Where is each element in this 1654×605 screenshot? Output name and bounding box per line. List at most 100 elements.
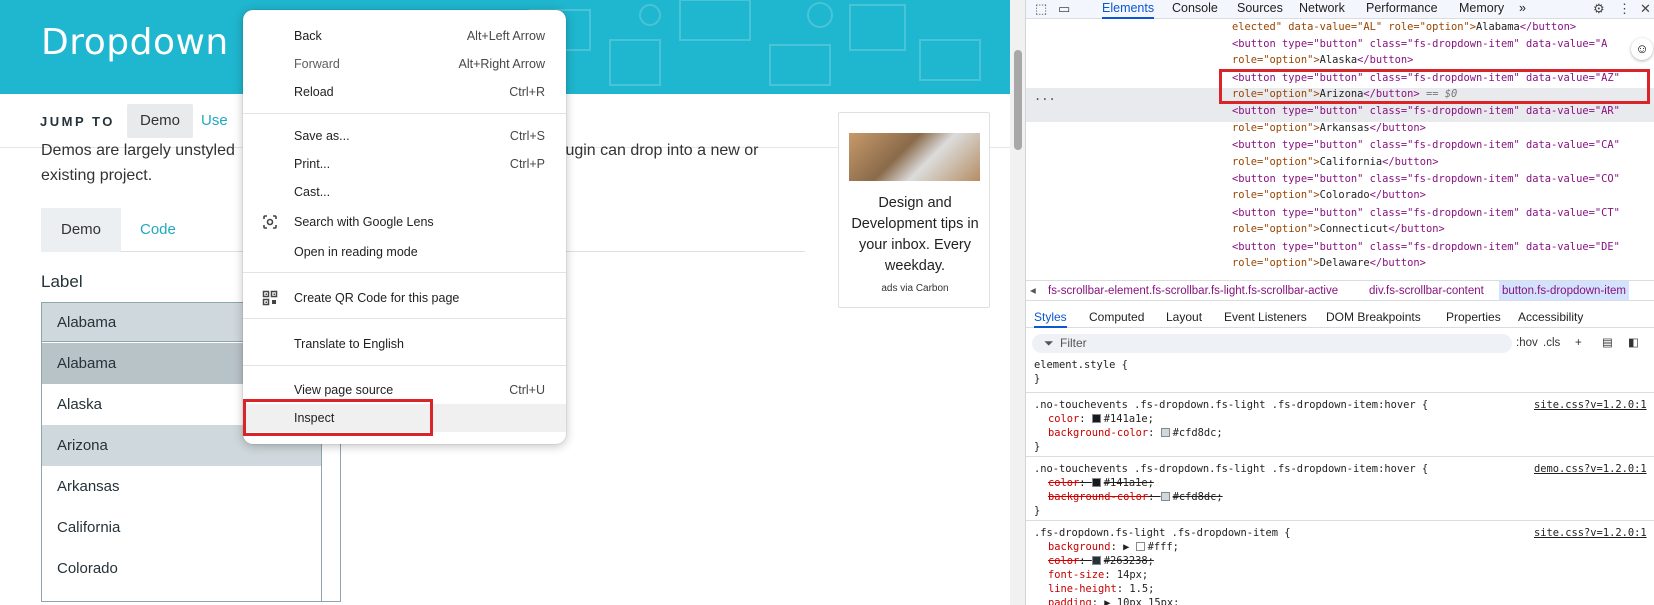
color-swatch[interactable] <box>1160 428 1170 437</box>
breadcrumb-item-selected[interactable]: button.fs-dropdown-item <box>1499 281 1630 300</box>
jump-to-label: JUMP TO <box>40 114 115 129</box>
breadcrumb-item[interactable]: div.fs-scrollbar-content <box>1369 281 1484 300</box>
dom-line[interactable]: <button type="button" class="fs-dropdown… <box>1232 239 1620 256</box>
inspect-element-icon[interactable]: ⬚ <box>1035 1 1047 17</box>
sidebar-toggle-icon[interactable]: ◧ <box>1628 334 1639 353</box>
menu-item-reload[interactable]: Reload Ctrl+R <box>243 78 566 106</box>
dropdown-item[interactable]: California <box>42 507 321 548</box>
dom-markup: elected" data-value="AL" role="option"> <box>1232 21 1476 33</box>
accessibility-icon[interactable]: ☺ <box>1631 38 1653 60</box>
new-rule-icon[interactable]: + <box>1575 334 1582 353</box>
rule-declaration[interactable]: padding: ▶ 10px 15px; <box>1048 596 1179 605</box>
rule-declaration[interactable]: font-size: 14px; <box>1048 568 1148 582</box>
rule-declaration[interactable]: line-height: 1.5; <box>1048 582 1154 596</box>
dom-line[interactable]: role="option">Delaware</button> <box>1232 255 1426 272</box>
tab-event-listeners[interactable]: Event Listeners <box>1224 306 1307 328</box>
dom-line[interactable]: role="option">Connecticut</button> <box>1232 221 1445 238</box>
tab-layout[interactable]: Layout <box>1166 306 1202 328</box>
rule-source[interactable]: demo.css?v=1.2.0:1 <box>1534 462 1647 476</box>
color-swatch[interactable] <box>1091 556 1101 565</box>
dom-line[interactable]: <button type="button" class="fs-dropdown… <box>1232 205 1620 222</box>
more-options-icon[interactable]: ⋮ <box>1618 1 1631 17</box>
tab-code[interactable]: Code <box>120 208 196 252</box>
computed-styles-icon[interactable]: ▤ <box>1602 334 1613 353</box>
more-tabs-button[interactable]: » <box>1519 0 1526 19</box>
settings-gear-icon[interactable]: ⚙ <box>1593 1 1605 17</box>
rule-source-link[interactable]: site.css?v=1.2.0:1 <box>1534 399 1647 411</box>
styles-filter-input[interactable]: ⏷ Filter <box>1032 334 1512 353</box>
dom-line[interactable]: elected" data-value="AL" role="option">A… <box>1232 19 1576 36</box>
menu-item-qr-code[interactable]: Create QR Code for this page <box>243 284 566 312</box>
tab-console[interactable]: Console <box>1172 0 1218 19</box>
ad-via-link[interactable]: ads via Carbon <box>839 283 991 294</box>
rule-declaration-overridden[interactable]: background-color: #cfd8dc; <box>1048 490 1223 504</box>
jump-demo-link[interactable]: Demo <box>127 104 194 138</box>
dom-line[interactable]: <button type="button" class="fs-dropdown… <box>1232 171 1620 188</box>
menu-item-google-lens[interactable]: Search with Google Lens <box>243 208 566 236</box>
breadcrumb-item[interactable]: fs-scrollbar-element.fs-scrollbar.fs-lig… <box>1048 281 1338 300</box>
scrollbar-thumb[interactable] <box>1014 50 1022 150</box>
menu-item-reading-mode[interactable]: Open in reading mode <box>243 238 566 266</box>
dom-markup: <button type="button" class="fs-dropdown… <box>1232 241 1620 253</box>
dom-row-menu-icon[interactable]: ... <box>1034 89 1056 103</box>
dropdown-item[interactable]: Arkansas <box>42 466 321 507</box>
hover-state-toggle[interactable]: :hov <box>1516 334 1538 353</box>
tab-properties[interactable]: Properties <box>1446 306 1501 328</box>
rule-selector[interactable]: .no-touchevents .fs-dropdown.fs-light .f… <box>1034 462 1428 476</box>
rule-selector[interactable]: .no-touchevents .fs-dropdown.fs-light .f… <box>1034 398 1428 412</box>
dom-line[interactable]: role="option">Colorado</button> <box>1232 187 1426 204</box>
rule-declaration-overridden[interactable]: color: #263238; <box>1048 554 1154 568</box>
tab-dom-breakpoints[interactable]: DOM Breakpoints <box>1326 306 1421 328</box>
dom-line[interactable]: <button type="button" class="fs-dropdown… <box>1232 36 1607 53</box>
device-toolbar-icon[interactable]: ▭ <box>1058 1 1070 17</box>
dom-line[interactable]: role="option">Alaska</button> <box>1232 52 1413 69</box>
tab-computed[interactable]: Computed <box>1089 306 1144 328</box>
dropdown-item[interactable]: Colorado <box>42 548 321 589</box>
tab-memory[interactable]: Memory <box>1459 0 1504 19</box>
rule-declaration[interactable]: background: ▶ #fff; <box>1048 540 1179 554</box>
tab-elements[interactable]: Elements <box>1102 0 1155 19</box>
dom-line[interactable]: <button type="button" class="fs-dropdown… <box>1232 137 1620 154</box>
menu-item-save-as[interactable]: Save as... Ctrl+S <box>243 122 566 150</box>
rule-declaration[interactable]: color: #141a1e; <box>1048 412 1154 426</box>
page-scrollbar[interactable] <box>1010 0 1025 605</box>
menu-item-translate[interactable]: Translate to English <box>243 330 566 358</box>
tab-network[interactable]: Network <box>1299 0 1345 19</box>
menu-item-print[interactable]: Print... Ctrl+P <box>243 150 566 178</box>
breadcrumb-scroll-left-icon[interactable]: ◂ <box>1030 281 1036 300</box>
close-icon[interactable]: ✕ <box>1640 1 1651 17</box>
tab-styles[interactable]: Styles <box>1034 306 1067 328</box>
rule-source-link[interactable]: site.css?v=1.2.0:1 <box>1534 527 1647 539</box>
selected-node-highlight-box <box>1219 69 1650 104</box>
tab-accessibility[interactable]: Accessibility <box>1518 306 1583 328</box>
prop-value: #141a1e; <box>1103 477 1154 489</box>
tab-performance[interactable]: Performance <box>1366 0 1438 19</box>
ad-image[interactable] <box>849 133 980 181</box>
menu-separator <box>243 272 566 273</box>
rule-source[interactable]: site.css?v=1.2.0:1 <box>1534 526 1647 540</box>
rule-selector[interactable]: .fs-dropdown.fs-light .fs-dropdown-item … <box>1034 526 1290 540</box>
color-swatch[interactable] <box>1091 478 1101 487</box>
rule-declaration-overridden[interactable]: color: #141a1e; <box>1048 476 1154 490</box>
menu-item-back[interactable]: Back Alt+Left Arrow <box>243 22 566 50</box>
menu-label: Print... <box>294 157 331 171</box>
rule-source[interactable]: site.css?v=1.2.0:1 <box>1534 398 1647 412</box>
dom-line[interactable]: <button type="button" class="fs-dropdown… <box>1232 103 1620 120</box>
dom-line[interactable]: role="option">California</button> <box>1232 154 1438 171</box>
color-swatch[interactable] <box>1160 492 1170 501</box>
menu-item-cast[interactable]: Cast... <box>243 178 566 206</box>
class-toggle[interactable]: .cls <box>1543 334 1560 353</box>
jump-use-link[interactable]: Use <box>201 104 228 138</box>
menu-item-forward[interactable]: Forward Alt+Right Arrow <box>243 50 566 78</box>
dom-markup: <button type="button" class="fs-dropdown… <box>1232 139 1620 151</box>
tab-sources[interactable]: Sources <box>1237 0 1283 19</box>
color-swatch[interactable] <box>1091 414 1101 423</box>
color-swatch[interactable] <box>1135 542 1145 551</box>
ad-text[interactable]: Design and Development tips in your inbo… <box>845 193 985 277</box>
rule-selector[interactable]: element.style { <box>1034 358 1128 372</box>
dom-line[interactable]: role="option">Arkansas</button> <box>1232 120 1426 137</box>
rule-declaration[interactable]: background-color: #cfd8dc; <box>1048 426 1223 440</box>
tab-demo[interactable]: Demo <box>41 208 122 252</box>
rule-source-link[interactable]: demo.css?v=1.2.0:1 <box>1534 463 1647 475</box>
carbon-ad[interactable]: Design and Development tips in your inbo… <box>838 112 990 308</box>
